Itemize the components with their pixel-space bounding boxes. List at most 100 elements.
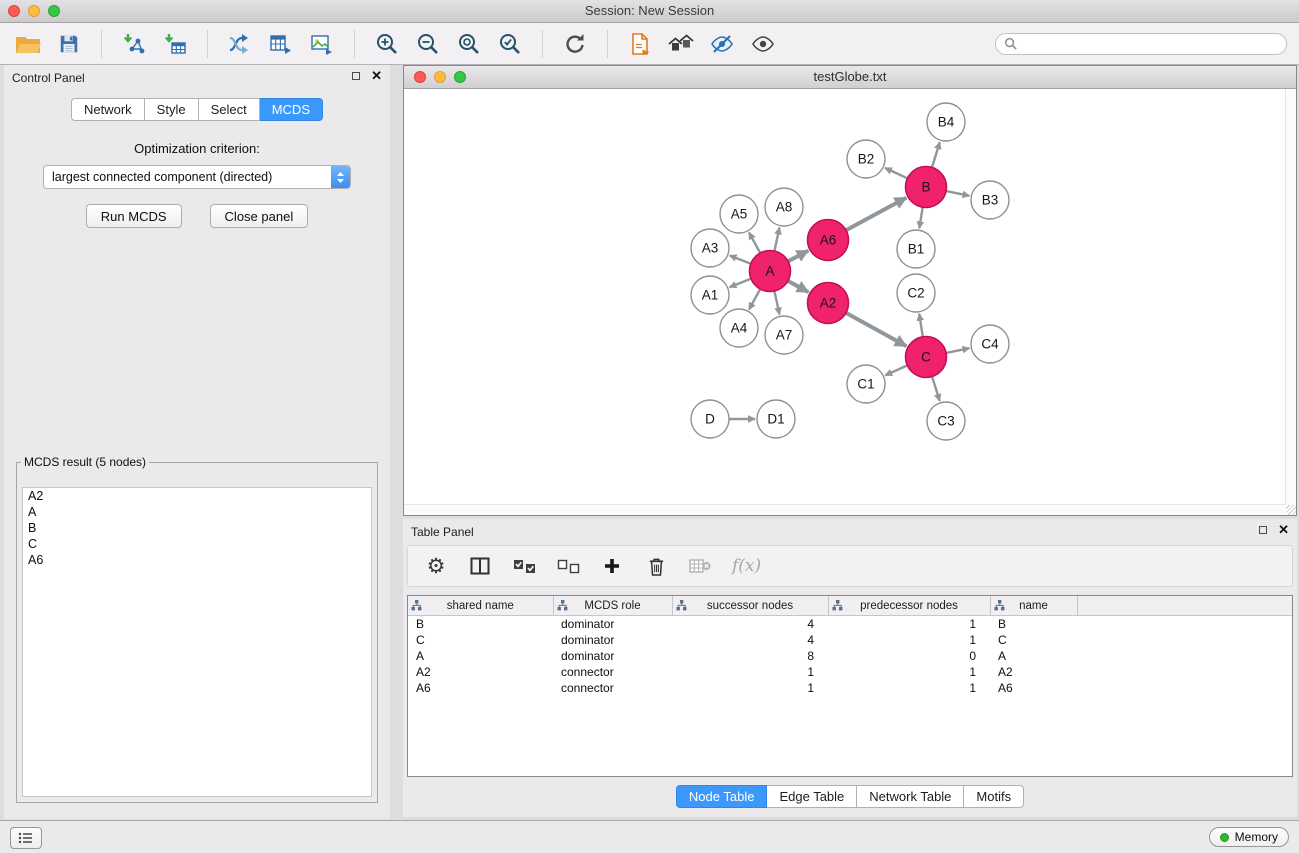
delete-columns-button[interactable]	[688, 553, 712, 579]
zoom-selected-button[interactable]	[494, 28, 526, 60]
result-item[interactable]: C	[23, 536, 371, 552]
network-node-C1[interactable]: C1	[847, 365, 885, 403]
network-node-A2[interactable]: A2	[808, 283, 849, 324]
edge-A-A6[interactable]	[788, 251, 808, 262]
edge-C-C4[interactable]	[946, 348, 969, 353]
close-window-button[interactable]	[8, 5, 20, 17]
delete-rows-button[interactable]	[644, 553, 668, 579]
tab-motifs[interactable]: Motifs	[964, 785, 1024, 808]
open-session-button[interactable]	[12, 28, 44, 60]
network-node-A1[interactable]: A1	[691, 276, 729, 314]
zoom-fit-button[interactable]	[453, 28, 485, 60]
tab-mcds[interactable]: MCDS	[260, 98, 323, 121]
network-node-C4[interactable]: C4	[971, 325, 1009, 363]
network-node-C3[interactable]: C3	[927, 402, 965, 440]
table-row[interactable]: A6connector11A6	[408, 680, 1292, 696]
float-panel-icon[interactable]	[1259, 526, 1267, 534]
memory-button[interactable]: Memory	[1209, 827, 1289, 847]
open-recent-file-button[interactable]	[624, 28, 656, 60]
network-minimize-button[interactable]	[434, 71, 446, 83]
edge-A-A7[interactable]	[774, 291, 779, 315]
zoom-window-button[interactable]	[48, 5, 60, 17]
vertical-scrollbar[interactable]	[1285, 89, 1296, 505]
network-node-C[interactable]: C	[906, 337, 947, 378]
import-network-from-file-button[interactable]	[118, 28, 150, 60]
table-settings-button[interactable]: ⚙	[424, 553, 448, 579]
result-item[interactable]: A6	[23, 552, 371, 568]
result-item[interactable]: A	[23, 504, 371, 520]
edge-A6-B[interactable]	[846, 198, 906, 231]
close-panel-icon[interactable]: ✕	[371, 71, 382, 81]
table-row[interactable]: Bdominator41B	[408, 616, 1292, 633]
edge-C-C1[interactable]	[885, 365, 907, 375]
tab-network[interactable]: Network	[71, 98, 145, 121]
tab-style[interactable]: Style	[145, 98, 199, 121]
close-panel-icon[interactable]: ✕	[1278, 525, 1289, 535]
close-panel-button[interactable]: Close panel	[210, 204, 309, 228]
tab-network-table[interactable]: Network Table	[857, 785, 964, 808]
table-row[interactable]: Adominator80A	[408, 648, 1292, 664]
table-row[interactable]: Cdominator41C	[408, 632, 1292, 648]
network-node-B3[interactable]: B3	[971, 181, 1009, 219]
zoom-out-button[interactable]	[412, 28, 444, 60]
deselect-all-rows-button[interactable]	[556, 553, 580, 579]
optimization-criterion-select[interactable]: largest connected component (directed)	[43, 165, 351, 189]
column-header-MCDS-role[interactable]: MCDS role	[553, 596, 672, 616]
edge-A-A4[interactable]	[749, 289, 760, 310]
network-node-A3[interactable]: A3	[691, 229, 729, 267]
zoom-in-button[interactable]	[371, 28, 403, 60]
edge-C-C2[interactable]	[919, 314, 923, 337]
table-row[interactable]: A2connector11A2	[408, 664, 1292, 680]
column-header-predecessor-nodes[interactable]: predecessor nodes	[828, 596, 990, 616]
split-panel-button[interactable]	[468, 553, 492, 579]
column-header-successor-nodes[interactable]: successor nodes	[672, 596, 828, 616]
resize-grip[interactable]	[1286, 505, 1296, 515]
edge-C-C3[interactable]	[932, 377, 940, 401]
network-canvas[interactable]: B4B2BB3A5A8A6B1A3AC2A1A2A4A7C4CC1C3DD1	[404, 89, 1296, 515]
tab-node-table[interactable]: Node Table	[676, 785, 768, 808]
network-node-A5[interactable]: A5	[720, 195, 758, 233]
style-visibility-button[interactable]	[706, 28, 738, 60]
add-row-button[interactable]	[600, 553, 624, 579]
network-node-D[interactable]: D	[691, 400, 729, 438]
column-header-name[interactable]: name	[990, 596, 1077, 616]
network-node-C2[interactable]: C2	[897, 274, 935, 312]
network-close-button[interactable]	[414, 71, 426, 83]
show-hide-button[interactable]	[747, 28, 779, 60]
minimize-window-button[interactable]	[28, 5, 40, 17]
function-builder-button[interactable]: f(x)	[732, 553, 761, 579]
network-node-A6[interactable]: A6	[808, 220, 849, 261]
result-item[interactable]: B	[23, 520, 371, 536]
import-table-from-file-button[interactable]	[159, 28, 191, 60]
edge-B-B4[interactable]	[932, 142, 940, 167]
network-node-A8[interactable]: A8	[765, 188, 803, 226]
new-table-button[interactable]	[265, 28, 297, 60]
network-node-D1[interactable]: D1	[757, 400, 795, 438]
network-node-A4[interactable]: A4	[720, 309, 758, 347]
edge-B-B1[interactable]	[919, 207, 922, 228]
edge-A-A8[interactable]	[774, 228, 779, 252]
edge-B-B2[interactable]	[885, 168, 907, 178]
refresh-view-button[interactable]	[559, 28, 591, 60]
new-network-button[interactable]	[224, 28, 256, 60]
search-box[interactable]	[995, 33, 1287, 55]
export-image-button[interactable]	[306, 28, 338, 60]
network-node-A[interactable]: A	[750, 251, 791, 292]
network-node-B4[interactable]: B4	[927, 103, 965, 141]
edge-A-A5[interactable]	[749, 232, 760, 253]
network-node-B[interactable]: B	[906, 167, 947, 208]
edge-B-B3[interactable]	[946, 191, 969, 196]
tab-edge-table[interactable]: Edge Table	[767, 785, 857, 808]
network-node-B2[interactable]: B2	[847, 140, 885, 178]
save-session-button[interactable]	[53, 28, 85, 60]
select-all-rows-button[interactable]	[512, 553, 536, 579]
task-history-button[interactable]	[10, 827, 42, 849]
edge-A-A2[interactable]	[788, 281, 808, 292]
run-mcds-button[interactable]: Run MCDS	[86, 204, 182, 228]
network-node-A7[interactable]: A7	[765, 316, 803, 354]
edge-A-A3[interactable]	[730, 256, 751, 264]
horizontal-scrollbar[interactable]	[404, 504, 1286, 515]
column-header-shared-name[interactable]: shared name	[408, 596, 553, 616]
edge-A2-C[interactable]	[846, 313, 906, 346]
tab-select[interactable]: Select	[199, 98, 260, 121]
